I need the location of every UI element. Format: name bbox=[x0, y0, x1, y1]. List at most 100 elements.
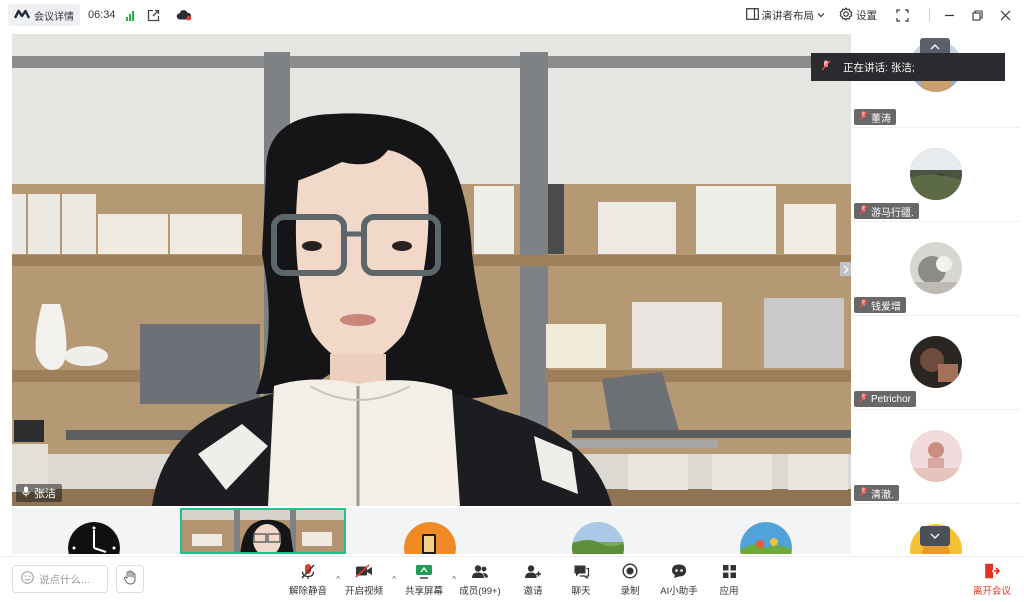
start-video-label: 开启视频 bbox=[344, 586, 383, 597]
close-icon[interactable] bbox=[994, 4, 1016, 26]
chevron-up-icon bbox=[930, 41, 940, 53]
participant-name: 钱爱增 bbox=[871, 301, 901, 313]
mic-muted-icon bbox=[298, 561, 318, 581]
video-frame-image bbox=[12, 34, 851, 506]
thumbnail-tile[interactable] bbox=[348, 508, 514, 554]
apps-icon bbox=[719, 561, 739, 581]
speaker-name: 张洁 bbox=[34, 488, 56, 500]
window-divider bbox=[929, 8, 930, 22]
hand-icon bbox=[123, 570, 137, 588]
invite-button[interactable]: 邀请 bbox=[507, 561, 559, 601]
participant-name-tag: 清澈. bbox=[854, 485, 899, 501]
avatar bbox=[740, 522, 792, 554]
camera-off-icon bbox=[354, 561, 374, 581]
participant-name: 清澈. bbox=[871, 489, 894, 501]
share-screen-label: 共享屏幕 bbox=[404, 586, 443, 597]
start-video-button[interactable]: 开启视频 ^ bbox=[338, 561, 396, 601]
chat-button[interactable]: 聊天 bbox=[555, 561, 607, 601]
participant-name: Petrichor bbox=[871, 393, 912, 405]
quick-chat-input[interactable]: 说点什么... bbox=[12, 565, 108, 593]
chat-icon bbox=[571, 561, 591, 581]
meeting-toolbar: 说点什么... 解除静音 ^ 开启视频 ^ 共享屏幕 ^ 成员(99+) 邀请 … bbox=[0, 556, 1024, 602]
gear-icon bbox=[839, 6, 853, 24]
unmute-button[interactable]: 解除静音 ^ bbox=[282, 561, 340, 601]
participant-tile[interactable]: 游马行疆. bbox=[852, 128, 1020, 222]
self-video-preview bbox=[182, 510, 344, 552]
share-screen-button[interactable]: 共享屏幕 ^ bbox=[398, 561, 456, 601]
sidebar-scroll-down-button[interactable] bbox=[920, 526, 950, 546]
clock-avatar bbox=[68, 522, 120, 554]
speaker-name-tag: 张洁 bbox=[16, 484, 62, 502]
ai-assistant-label: AI小助手 bbox=[660, 586, 698, 597]
mic-muted-icon bbox=[859, 487, 868, 500]
ai-assistant-icon bbox=[669, 561, 689, 581]
participant-tile[interactable]: 清澈. bbox=[852, 410, 1020, 504]
mic-muted-icon bbox=[859, 299, 868, 312]
raise-hand-button[interactable] bbox=[116, 565, 144, 593]
network-signal-icon[interactable] bbox=[125, 10, 134, 21]
mic-icon bbox=[22, 486, 30, 500]
record-icon bbox=[620, 561, 640, 581]
meeting-timer: 06:34 bbox=[88, 9, 116, 21]
record-label: 录制 bbox=[620, 586, 640, 597]
minimize-icon[interactable] bbox=[938, 4, 960, 26]
members-label: 成员(99+) bbox=[459, 586, 501, 597]
leave-meeting-button[interactable]: 离开会议 bbox=[966, 561, 1018, 601]
participant-name-tag: 钱爱增 bbox=[854, 297, 906, 313]
unmute-label: 解除静音 bbox=[288, 586, 327, 597]
restore-icon[interactable] bbox=[966, 4, 988, 26]
cloud-record-icon[interactable] bbox=[176, 7, 192, 23]
thumbnail-tile[interactable] bbox=[516, 508, 682, 554]
speaking-text: 正在讲话: 张洁; bbox=[843, 61, 915, 74]
settings-button[interactable]: 设置 bbox=[839, 6, 877, 24]
participant-tile[interactable]: Petrichor bbox=[852, 316, 1020, 410]
top-bar: 会议详情 06:34 演讲者布局 设置 bbox=[0, 0, 1024, 30]
thumbnail-tile-active[interactable] bbox=[180, 508, 346, 554]
members-icon bbox=[470, 561, 490, 581]
main-speaker-video[interactable]: 张洁 bbox=[12, 34, 851, 506]
mic-muted-icon bbox=[859, 393, 868, 406]
invite-icon bbox=[523, 561, 543, 581]
chevron-down-icon bbox=[930, 530, 940, 542]
layout-label: 演讲者布局 bbox=[761, 9, 815, 22]
participant-name-tag: 董涛 bbox=[854, 109, 896, 125]
participant-name-tag: Petrichor bbox=[854, 391, 917, 407]
popout-icon[interactable] bbox=[146, 7, 162, 23]
mic-muted-icon bbox=[859, 111, 868, 124]
participant-sidebar: 董涛 游马行疆. 钱爱增 Petrichor 清澈. bbox=[852, 34, 1020, 554]
emoji-icon[interactable] bbox=[21, 571, 34, 587]
leave-meeting-label: 离开会议 bbox=[972, 586, 1011, 597]
participant-name: 董涛 bbox=[871, 113, 891, 125]
avatar bbox=[910, 242, 962, 294]
avatar bbox=[910, 430, 962, 482]
chevron-down-icon bbox=[817, 9, 825, 21]
record-button[interactable]: 录制 bbox=[604, 561, 656, 601]
thumbnail-tile[interactable] bbox=[12, 508, 178, 554]
thumbnail-tile[interactable] bbox=[684, 508, 850, 554]
meeting-info-button[interactable]: 会议详情 bbox=[8, 4, 80, 26]
chat-label: 聊天 bbox=[571, 586, 591, 597]
invite-label: 邀请 bbox=[523, 586, 543, 597]
mic-muted-icon bbox=[859, 205, 868, 218]
avatar bbox=[572, 522, 624, 554]
avatar bbox=[910, 148, 962, 200]
layout-icon bbox=[745, 7, 759, 23]
chevron-right-icon[interactable] bbox=[840, 262, 851, 276]
video-thumbnail-strip bbox=[12, 508, 851, 554]
speaking-indicator: 正在讲话: 张洁; bbox=[811, 53, 1005, 81]
avatar bbox=[404, 522, 456, 554]
exit-icon bbox=[982, 561, 1002, 581]
chevron-up-icon[interactable]: ^ bbox=[392, 575, 396, 584]
participant-name: 游马行疆. bbox=[871, 207, 914, 219]
share-screen-icon bbox=[414, 561, 434, 581]
members-button[interactable]: 成员(99+) bbox=[454, 561, 506, 601]
fullscreen-icon[interactable] bbox=[891, 4, 913, 26]
layout-selector[interactable]: 演讲者布局 bbox=[745, 7, 826, 23]
app-logo-icon bbox=[13, 9, 31, 22]
meeting-info-label: 会议详情 bbox=[34, 11, 74, 23]
ai-assistant-button[interactable]: AI小助手 bbox=[653, 561, 705, 601]
mic-muted-icon bbox=[821, 60, 831, 74]
participant-tile[interactable]: 钱爱增 bbox=[852, 222, 1020, 316]
apps-button[interactable]: 应用 bbox=[703, 561, 755, 601]
quick-chat-placeholder: 说点什么... bbox=[39, 573, 90, 586]
